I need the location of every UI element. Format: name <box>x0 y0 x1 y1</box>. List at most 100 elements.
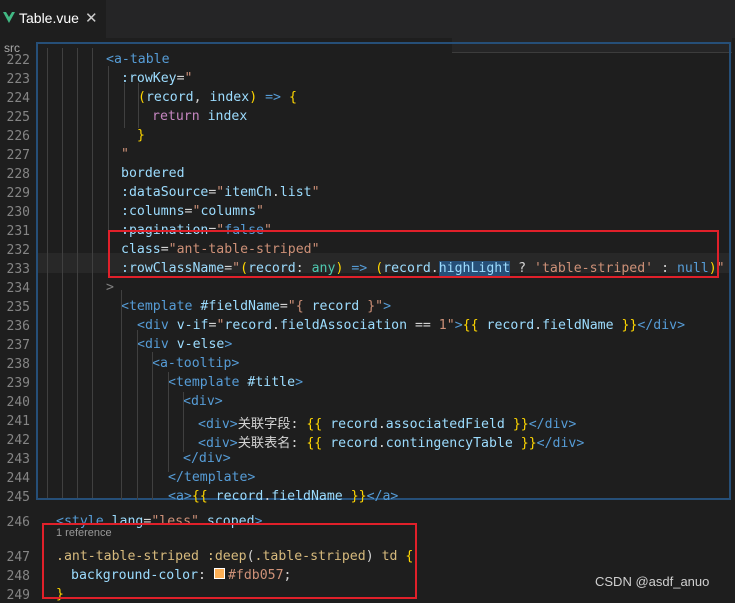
code-line: <div> <box>183 394 223 409</box>
code-token: #fieldName <box>200 299 280 314</box>
code-token: " <box>121 147 129 162</box>
code-token: " <box>311 185 320 200</box>
code-token: record <box>330 417 378 432</box>
code-token: = <box>279 299 288 314</box>
code-token: list <box>279 185 312 200</box>
close-icon[interactable]: ✕ <box>85 9 98 27</box>
code-token: "{ <box>287 299 312 314</box>
code-token: { <box>288 90 297 105</box>
code-token: }} <box>350 489 367 504</box>
line-number: 227 <box>6 148 30 163</box>
indent-guide <box>47 48 48 498</box>
code-line: :dataSource="itemCh.list" <box>121 185 320 200</box>
code-token: fieldName <box>542 318 614 333</box>
highlight-box-rowclass <box>108 230 719 278</box>
code-token: , <box>193 90 210 105</box>
code-line: :columns="columns" <box>121 204 264 219</box>
code-token: #title <box>247 375 296 390</box>
code-token: <a-table <box>106 52 170 67</box>
code-token: > <box>454 318 463 333</box>
indent-guide <box>124 83 125 128</box>
line-number: 236 <box>6 319 30 334</box>
indent-guide <box>183 392 184 452</box>
line-number: 242 <box>6 433 30 448</box>
code-line: :rowKey=" <box>121 71 192 86</box>
code-line: <a>{{ record.fieldName }}</a> <box>168 489 398 504</box>
code-token: <div> <box>198 436 238 451</box>
code-line: <a-table <box>106 52 170 67</box>
indent-guide <box>121 290 122 500</box>
code-token: record <box>215 489 264 504</box>
code-line: <template #title> <box>168 375 303 390</box>
code-token: associatedField <box>385 417 505 432</box>
code-token: . <box>272 318 280 333</box>
code-token: record <box>486 318 535 333</box>
line-number: 239 <box>6 376 30 391</box>
tab-table-vue[interactable]: Table.vue ✕ <box>0 0 106 38</box>
code-token: > <box>224 337 233 352</box>
code-token: {{ <box>462 318 479 333</box>
code-token: </div> <box>536 436 585 451</box>
code-token: }" <box>359 299 384 314</box>
code-token: . <box>271 185 280 200</box>
code-line: <div v-else> <box>137 337 232 352</box>
code-token: }} <box>520 436 537 451</box>
code-token: index <box>207 109 248 124</box>
indent-guide <box>137 330 138 500</box>
code-token: bordered <box>121 166 185 181</box>
code-token: record <box>311 299 360 314</box>
line-number: 231 <box>6 224 30 239</box>
line-number: 237 <box>6 338 30 353</box>
indent-guide <box>62 48 63 498</box>
code-token: }} <box>621 318 638 333</box>
code-token: > <box>383 299 392 314</box>
code-token: </a> <box>366 489 399 504</box>
code-token: <template <box>121 299 193 314</box>
code-token: == <box>407 318 439 333</box>
code-line: <template #fieldName="{ record }"> <box>121 299 391 314</box>
code-token: => <box>265 90 281 105</box>
line-number: 230 <box>6 205 30 220</box>
code-token: . <box>534 318 543 333</box>
code-token: return <box>152 109 200 124</box>
code-line: > <box>106 280 114 295</box>
code-token: </div> <box>637 318 686 333</box>
code-token: :rowKey <box>121 71 177 86</box>
line-number: 226 <box>6 129 30 144</box>
code-token: 关联表名: <box>237 436 307 451</box>
line-number: 225 <box>6 110 30 125</box>
code-token: <a-tooltip> <box>152 356 240 371</box>
code-line: </div> <box>183 451 231 466</box>
code-token: {{ <box>306 417 323 432</box>
code-token: " <box>256 204 264 219</box>
line-number: 241 <box>6 414 30 429</box>
line-number: 234 <box>6 281 30 296</box>
code-token: {{ <box>191 489 208 504</box>
code-token: 1 <box>438 318 447 333</box>
code-token: > <box>295 375 304 390</box>
code-token: record <box>145 90 194 105</box>
code-token: v-if <box>176 318 209 333</box>
code-line: return index <box>152 109 247 124</box>
code-token: } <box>137 128 145 143</box>
code-token: = <box>176 71 185 86</box>
code-token: ( <box>138 90 146 105</box>
code-token: " <box>446 318 455 333</box>
line-number: 246 <box>6 515 30 530</box>
code-token: index <box>209 90 250 105</box>
code-token: {{ <box>306 436 323 451</box>
code-line: " <box>121 147 129 162</box>
indent-guide <box>152 352 153 500</box>
code-token: " <box>184 71 193 86</box>
line-number: 238 <box>6 357 30 372</box>
code-token: <a> <box>168 489 192 504</box>
